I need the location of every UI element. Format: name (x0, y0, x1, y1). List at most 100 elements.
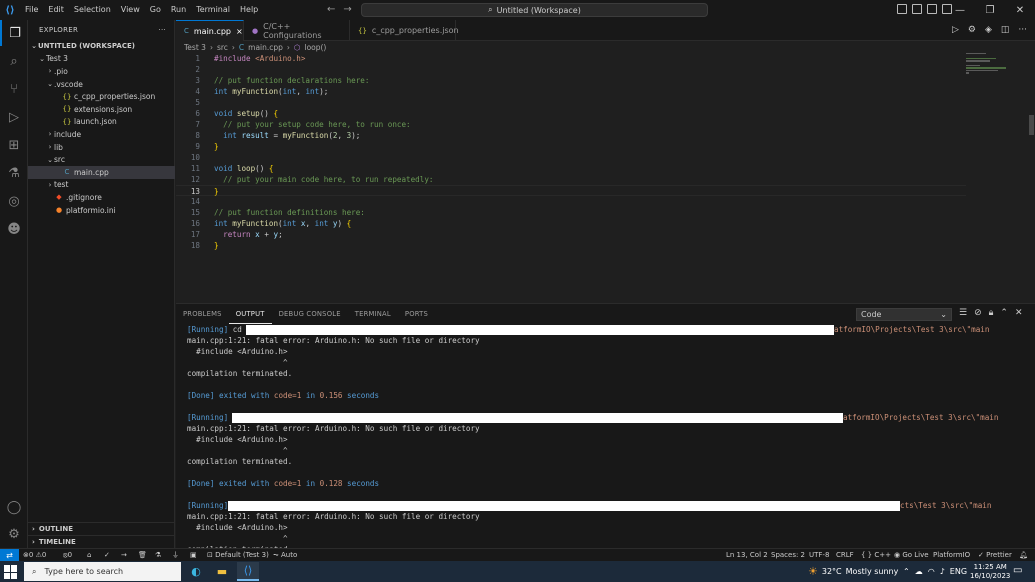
minimap[interactable] (966, 53, 1026, 83)
file-explorer-icon[interactable]: ▬ (211, 562, 233, 581)
tree-file[interactable]: Cmain.cpp (28, 166, 175, 179)
code-line[interactable]: 6 void setup() { (176, 108, 966, 119)
tab-cpp-configurations[interactable]: ● C/C++ Configurations (244, 20, 350, 41)
tree-folder[interactable]: › include (28, 128, 175, 141)
maximize-panel-icon[interactable]: ⌃ (1000, 308, 1008, 318)
tree-folder[interactable]: ⌄ .vscode (28, 78, 175, 91)
taskbar-search[interactable]: ⌕ Type here to search (24, 562, 181, 581)
compare-icon[interactable]: ◈ (985, 25, 992, 35)
code-line[interactable]: 18} (176, 240, 966, 251)
menu-view[interactable]: View (116, 0, 145, 20)
code-line[interactable]: 7 // put your setup code here, to run on… (176, 119, 966, 130)
source-control-icon[interactable]: ⑂ (0, 76, 28, 102)
windows-start-icon[interactable] (4, 565, 18, 579)
breadcrumb-folder[interactable]: src (217, 43, 228, 52)
tab-problems[interactable]: PROBLEMS (176, 304, 229, 324)
tree-folder[interactable]: › lib (28, 141, 175, 154)
debug-icon[interactable]: ⚙ (968, 25, 976, 35)
code-line[interactable]: 4 int myFunction(int, int); (176, 86, 966, 97)
code-line[interactable]: 15 // put function definitions here: (176, 207, 966, 218)
tree-file[interactable]: {} c_cpp_properties.json (28, 90, 175, 103)
menu-terminal[interactable]: Terminal (191, 0, 235, 20)
tree-folder[interactable]: ⌄ src (28, 153, 175, 166)
tree-folder[interactable]: › test (28, 179, 175, 192)
tree-file[interactable]: ● platformio.ini (28, 204, 175, 217)
code-line[interactable]: 17 return x + y; (176, 229, 966, 240)
manage-gear-icon[interactable]: ⚙ (0, 521, 28, 547)
minimize-icon[interactable]: — (945, 0, 975, 20)
close-window-icon[interactable]: ✕ (1005, 0, 1035, 20)
more-actions-icon[interactable]: ··· (1018, 25, 1027, 35)
run-debug-icon[interactable]: ▷ (0, 104, 28, 130)
tree-folder[interactable]: ⌄ UNTITLED (WORKSPACE) (28, 40, 175, 53)
clock[interactable]: 11:25 AM 16/10/2023 (970, 563, 1010, 581)
platformio-icon[interactable]: ☻ (0, 216, 28, 242)
code-line[interactable]: 13} (176, 185, 966, 196)
code-editor[interactable]: 1 #include <Arduino.h> 2 3 // put function d… (176, 53, 1035, 303)
toggle-sidebar-icon[interactable] (897, 4, 907, 14)
run-code-icon[interactable]: ▷ (952, 25, 959, 35)
tree-file[interactable]: {} extensions.json (28, 103, 175, 116)
menu-go[interactable]: Go (145, 0, 166, 20)
back-arrow-icon[interactable]: ← (327, 4, 335, 15)
more-actions-icon[interactable]: ··· (158, 26, 166, 34)
code-line[interactable]: 12 // put your main code here, to run re… (176, 174, 966, 185)
editor-scrollbar[interactable] (1029, 115, 1034, 135)
remote-explorer-icon[interactable]: ◎ (0, 188, 28, 214)
code-line[interactable]: 5 (176, 97, 966, 108)
code-line[interactable]: 14 (176, 196, 966, 207)
breadcrumb-file[interactable]: main.cpp (248, 43, 283, 52)
breadcrumb-symbol[interactable]: loop() (304, 43, 326, 52)
extensions-icon[interactable]: ⊞ (0, 132, 28, 158)
tree-folder[interactable]: › .pio (28, 65, 175, 78)
tab-c-cpp-properties[interactable]: {} c_cpp_properties.json (350, 20, 459, 41)
command-center-search[interactable]: ⌕ Untitled (Workspace) (361, 3, 708, 17)
timeline-section[interactable]: › TIMELINE (28, 535, 175, 548)
code-line[interactable]: 1 #include <Arduino.h> (176, 53, 966, 64)
menu-file[interactable]: File (20, 0, 43, 20)
restore-icon[interactable]: ❐ (975, 0, 1005, 20)
filter-lines-icon[interactable]: ☰ (959, 308, 967, 318)
testing-icon[interactable]: ⚗ (0, 160, 28, 186)
output-channel-select[interactable]: Code ⌄ (856, 308, 952, 321)
explorer-icon[interactable]: ❐ (0, 20, 28, 46)
tab-terminal[interactable]: TERMINAL (348, 304, 398, 324)
search-icon[interactable]: ⌕ (0, 48, 28, 74)
remote-indicator-icon[interactable]: ⇄ (0, 548, 19, 562)
tab-main-cpp[interactable]: C main.cpp × (176, 20, 244, 41)
outline-section[interactable]: › OUTLINE (28, 522, 175, 535)
menu-selection[interactable]: Selection (69, 0, 116, 20)
vscode-taskbar-icon[interactable]: ⟨⟩ (237, 562, 259, 581)
accounts-icon[interactable]: ◯ (0, 494, 28, 520)
toggle-panel-icon[interactable] (912, 4, 922, 14)
lock-scroll-icon[interactable]: 🔒︎ (989, 308, 994, 318)
weather-widget[interactable]: ☀ 32°C Mostly sunny (808, 561, 898, 582)
code-line[interactable]: 8 int result = myFunction(2, 3); (176, 130, 966, 141)
volume-icon[interactable]: ♪ (940, 567, 945, 576)
tree-file[interactable]: {} launch.json (28, 116, 175, 129)
code-line[interactable]: 2 (176, 64, 966, 75)
close-panel-icon[interactable]: ✕ (1015, 308, 1023, 318)
tab-ports[interactable]: PORTS (398, 304, 435, 324)
keyboard-language[interactable]: ENG (950, 567, 967, 576)
code-line[interactable]: 3 // put function declarations here: (176, 75, 966, 86)
code-line[interactable]: 11 void loop() { (176, 163, 966, 174)
breadcrumb-folder[interactable]: Test 3 (184, 43, 206, 52)
edge-browser-icon[interactable]: ◐ (185, 562, 207, 581)
close-tab-icon[interactable]: × (236, 27, 243, 36)
tree-file[interactable]: ◆ .gitignore (28, 191, 175, 204)
menu-edit[interactable]: Edit (43, 0, 69, 20)
cloud-icon[interactable]: ☁ (915, 567, 923, 576)
notification-center-icon[interactable]: ▭ (1013, 565, 1022, 576)
code-line[interactable]: 16 int myFunction(int x, int y) { (176, 218, 966, 229)
code-line[interactable]: 10 (176, 152, 966, 163)
menu-run[interactable]: Run (166, 0, 191, 20)
clear-output-icon[interactable]: ⊘ (974, 308, 982, 318)
tab-debug-console[interactable]: DEBUG CONSOLE (272, 304, 348, 324)
tab-output[interactable]: OUTPUT (228, 305, 272, 324)
code-line[interactable]: 9} (176, 141, 966, 152)
toggle-secondary-sidebar-icon[interactable] (927, 4, 937, 14)
split-editor-icon[interactable]: ◫ (1001, 25, 1010, 35)
chevron-up-icon[interactable]: ⌃ (903, 567, 910, 576)
tree-folder[interactable]: ⌄ Test 3 (28, 53, 175, 66)
